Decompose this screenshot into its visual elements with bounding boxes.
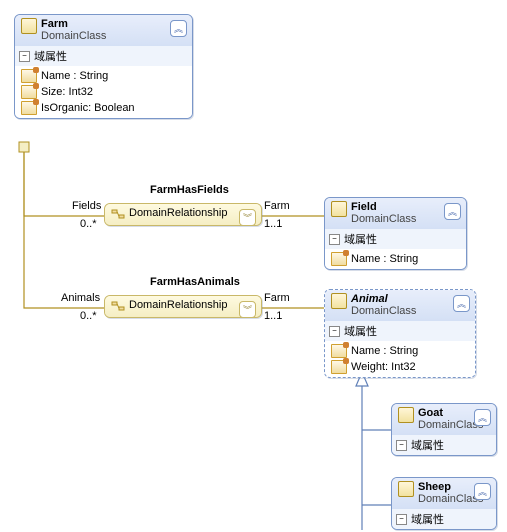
class-title: Field	[351, 201, 377, 213]
property: Name : String	[351, 253, 418, 265]
mult-left: 0..*	[80, 310, 97, 322]
collapse-icon[interactable]: ︽	[474, 409, 491, 426]
mult-left: 0..*	[80, 218, 97, 230]
class-icon	[398, 481, 414, 497]
section-label: 域属性	[411, 511, 444, 527]
expand-icon[interactable]: −	[19, 51, 30, 62]
expand-icon[interactable]: −	[329, 234, 340, 245]
mult-right: 1..1	[264, 218, 282, 230]
class-goat[interactable]: GoatDomainClass ︽ −域属性	[391, 403, 497, 456]
section-label: 域属性	[34, 48, 67, 64]
property-icon	[21, 69, 37, 83]
relation-title: FarmHasAnimals	[150, 276, 240, 288]
class-icon	[398, 407, 414, 423]
property: Name : String	[41, 70, 108, 82]
property: Size: Int32	[41, 86, 93, 98]
class-subtitle: DomainClass	[351, 213, 416, 225]
collapse-icon[interactable]: ︽	[444, 203, 461, 220]
role-left: Animals	[61, 292, 100, 304]
property: Name : String	[351, 345, 418, 357]
class-subtitle: DomainClass	[41, 30, 106, 42]
collapse-icon[interactable]: ︾	[239, 209, 256, 226]
class-icon	[331, 293, 347, 309]
class-header: FarmDomainClass ︽	[15, 15, 192, 46]
expand-icon[interactable]: −	[329, 326, 340, 337]
class-title: Farm	[41, 18, 68, 30]
class-farm[interactable]: FarmDomainClass ︽ −域属性 Name : String Siz…	[14, 14, 193, 119]
role-right: Farm	[264, 200, 290, 212]
relationship-farmhasanimals[interactable]: DomainRelationship ︾	[104, 295, 262, 318]
property-icon	[331, 360, 347, 374]
class-title: Sheep	[418, 481, 451, 493]
property-icon	[21, 101, 37, 115]
section-label: 域属性	[411, 437, 444, 453]
rel-header: DomainRelationship ︾	[105, 204, 261, 225]
property-icon	[331, 344, 347, 358]
class-title: Goat	[418, 407, 443, 419]
property: Weight: Int32	[351, 361, 416, 373]
relation-title: FarmHasFields	[150, 184, 229, 196]
role-left: Fields	[72, 200, 101, 212]
rel-body: DomainRelationship	[129, 299, 227, 311]
class-animal[interactable]: AnimalDomainClass ︽ −域属性 Name : String W…	[324, 289, 476, 378]
class-field[interactable]: FieldDomainClass ︽ −域属性 Name : String	[324, 197, 467, 270]
section-label: 域属性	[344, 231, 377, 247]
class-sheep[interactable]: SheepDomainClass ︽ −域属性	[391, 477, 497, 530]
expand-icon[interactable]: −	[396, 440, 407, 451]
section-label: 域属性	[344, 323, 377, 339]
relationship-icon	[111, 299, 125, 313]
property: IsOrganic: Boolean	[41, 102, 135, 114]
rel-body: DomainRelationship	[129, 207, 227, 219]
class-icon	[331, 201, 347, 217]
role-right: Farm	[264, 292, 290, 304]
relationship-farmhasfields[interactable]: DomainRelationship ︾	[104, 203, 262, 226]
class-subtitle: DomainClass	[351, 305, 416, 317]
collapse-icon[interactable]: ︽	[453, 295, 470, 312]
collapse-icon[interactable]: ︾	[239, 301, 256, 318]
property-icon	[21, 85, 37, 99]
class-icon	[21, 18, 37, 34]
collapse-icon[interactable]: ︽	[474, 483, 491, 500]
class-title: Animal	[351, 293, 388, 305]
relationship-icon	[111, 207, 125, 221]
expand-icon[interactable]: −	[396, 514, 407, 525]
collapse-icon[interactable]: ︽	[170, 20, 187, 37]
property-icon	[331, 252, 347, 266]
mult-right: 1..1	[264, 310, 282, 322]
